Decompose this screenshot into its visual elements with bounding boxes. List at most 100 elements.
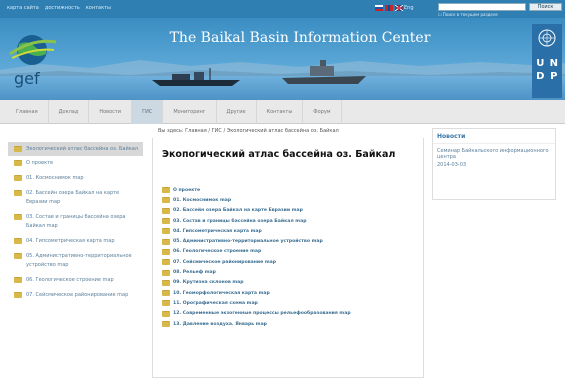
- nav-report[interactable]: Доклад: [49, 100, 90, 124]
- list-item-label: 01. Космоснимок map: [173, 197, 232, 203]
- nav-news[interactable]: Новости: [89, 100, 133, 124]
- contacts-link[interactable]: контакты: [86, 5, 111, 11]
- folder-icon: [162, 228, 170, 235]
- flag-ru-icon[interactable]: [375, 5, 383, 11]
- folder-icon: [162, 269, 170, 276]
- folder-icon: [14, 175, 22, 181]
- folder-icon: [14, 214, 22, 220]
- sidebar-item-label: 03. Состав и границы бассейна озера Байк…: [26, 214, 126, 229]
- sidebar-item[interactable]: 06. Геологическое строение map: [8, 273, 143, 288]
- nav-gis[interactable]: ГИС: [132, 100, 164, 124]
- flag-en-icon[interactable]: [395, 5, 403, 11]
- list-item-label: 13. Давление воздуха. Январь map: [173, 321, 267, 327]
- list-item[interactable]: 06. Геологическое строение map: [162, 247, 422, 257]
- main-nav: Главная Доклад Новости ГИС Мониторинг Др…: [0, 100, 565, 124]
- sitemap-link[interactable]: карта сайта: [7, 5, 39, 11]
- news-date: 2014-03-03: [437, 162, 467, 168]
- folder-icon: [162, 248, 170, 255]
- folder-icon: [162, 218, 170, 225]
- undp-letter: U: [536, 58, 545, 69]
- list-item-label: 10. Геоморфологическая карта map: [173, 290, 270, 296]
- sidebar-item-label: Экологический атлас бассейна оз. Байкал: [26, 146, 138, 152]
- sidebar-item-label: 06. Геологическое строение map: [26, 277, 114, 283]
- list-item-label: 07. Сейсмическое районирование map: [173, 259, 277, 265]
- search-button[interactable]: Поиск: [529, 3, 562, 11]
- top-links: карта сайта достижность контакты: [7, 5, 111, 11]
- list-item[interactable]: 03. Состав и границы бассейна озера Байк…: [162, 216, 422, 226]
- sidebar-item-active[interactable]: Экологический атлас бассейна оз. Байкал: [8, 142, 143, 156]
- site-title: The Baikal Basin Information Center: [169, 30, 431, 46]
- page: карта сайта достижность контакты Eng Пои…: [0, 0, 565, 378]
- undp-letter: P: [550, 71, 558, 82]
- nav-home[interactable]: Главная: [6, 100, 49, 124]
- list-item-label: 09. Крутизна склонов map: [173, 280, 244, 286]
- list-item[interactable]: 08. Рельеф map: [162, 267, 422, 277]
- folder-icon: [162, 321, 170, 327]
- folder-icon: [162, 259, 170, 266]
- folder-icon: [14, 160, 22, 166]
- folder-icon: [14, 277, 22, 283]
- sidebar-item[interactable]: 03. Состав и границы бассейна озера Байк…: [8, 210, 143, 234]
- folder-icon: [162, 238, 170, 245]
- undp-letters: U N D P: [532, 58, 562, 82]
- header-banner: The Baikal Basin Information Center gef …: [0, 18, 565, 100]
- search-scope-option[interactable]: ☐ Поиск в текущем разделе: [438, 12, 498, 17]
- undp-letter: N: [549, 58, 558, 69]
- folder-icon: [14, 146, 22, 152]
- folder-icon: [14, 190, 22, 196]
- gef-logo-icon[interactable]: gef: [8, 28, 58, 88]
- list-item-label: 04. Гипсометрическая карта map: [173, 228, 262, 234]
- language-label[interactable]: Eng: [404, 5, 414, 11]
- list-item[interactable]: 09. Крутизна склонов map: [162, 278, 422, 288]
- sidebar-item[interactable]: О проекте: [8, 156, 143, 171]
- news-heading: Новости: [433, 129, 555, 144]
- list-item-label: 12. Современные экзогенные процессы рель…: [173, 311, 351, 317]
- list-item[interactable]: 07. Сейсмическое районирование map: [162, 257, 422, 267]
- sidebar-item-label: 05. Административно-территориальное устр…: [26, 253, 132, 268]
- folder-icon: [162, 207, 170, 214]
- list-item[interactable]: 05. Административно-территориальное устр…: [162, 236, 422, 246]
- folder-icon: [14, 253, 22, 259]
- list-item-label: 02. Бассейн озера Байкал на карте Еврази…: [173, 208, 303, 214]
- top-bar: карта сайта достижность контакты Eng Пои…: [0, 0, 565, 18]
- sidebar: Экологический атлас бассейна оз. Байкал …: [8, 142, 143, 378]
- undp-letter: D: [536, 71, 545, 82]
- list-item[interactable]: 10. Геоморфологическая карта map: [162, 288, 422, 298]
- sidebar-item[interactable]: 07. Сейсмическое районирование map: [8, 288, 143, 303]
- sidebar-item[interactable]: 02. Бассейн озера Байкал на карте Еврази…: [8, 186, 143, 210]
- sidebar-item-label: О проекте: [26, 160, 54, 166]
- ship-image: [282, 60, 366, 84]
- list-item[interactable]: 11. Орографическая схема map: [162, 298, 422, 308]
- search-input[interactable]: [438, 3, 526, 11]
- boat-image: [152, 68, 240, 86]
- list-item[interactable]: 04. Гипсометрическая карта map: [162, 226, 422, 236]
- list-item[interactable]: 13. Давление воздуха. Январь map: [162, 319, 422, 329]
- list-item[interactable]: 12. Современные экзогенные процессы рель…: [162, 309, 422, 319]
- sidebar-item-label: 02. Бассейн озера Байкал на карте Еврази…: [26, 190, 120, 205]
- breadcrumb: Вы здесь: Главная / ГИС / Экологический …: [158, 128, 339, 134]
- list-item[interactable]: 02. Бассейн озера Байкал на карте Еврази…: [162, 206, 422, 216]
- list-item[interactable]: О проекте: [162, 185, 422, 195]
- nav-forum[interactable]: Форум: [303, 100, 342, 124]
- sidebar-item[interactable]: 05. Административно-территориальное устр…: [8, 249, 143, 273]
- news-panel: Новости Семинар Байкальского информацион…: [432, 128, 556, 200]
- sidebar-item-label: 07. Сейсмическое районирование map: [26, 292, 129, 298]
- language-flags: [375, 5, 403, 11]
- list-item-label: 11. Орографическая схема map: [173, 300, 258, 306]
- folder-icon: [162, 197, 170, 204]
- flag-mn-icon[interactable]: [385, 5, 393, 11]
- un-emblem-icon: [538, 29, 556, 47]
- nav-other[interactable]: Другие: [217, 100, 257, 124]
- news-item-link[interactable]: Семинар Байкальского информационного цен…: [433, 144, 555, 160]
- nav-monitoring[interactable]: Мониторинг: [163, 100, 217, 124]
- sidebar-item[interactable]: 01. Космоснимок map: [8, 171, 143, 186]
- list-item-label: 08. Рельеф map: [173, 270, 216, 276]
- list-item-label: 05. Административно-территориальное устр…: [173, 239, 323, 245]
- nav-contacts[interactable]: Контакты: [257, 100, 304, 124]
- list-item[interactable]: 01. Космоснимок map: [162, 195, 422, 205]
- sidebar-item[interactable]: 04. Гипсометрическая карта map: [8, 234, 143, 249]
- accessibility-link[interactable]: достижность: [45, 5, 80, 11]
- folder-icon: [162, 290, 170, 297]
- folder-icon: [162, 300, 170, 307]
- undp-logo[interactable]: U N D P: [532, 24, 562, 98]
